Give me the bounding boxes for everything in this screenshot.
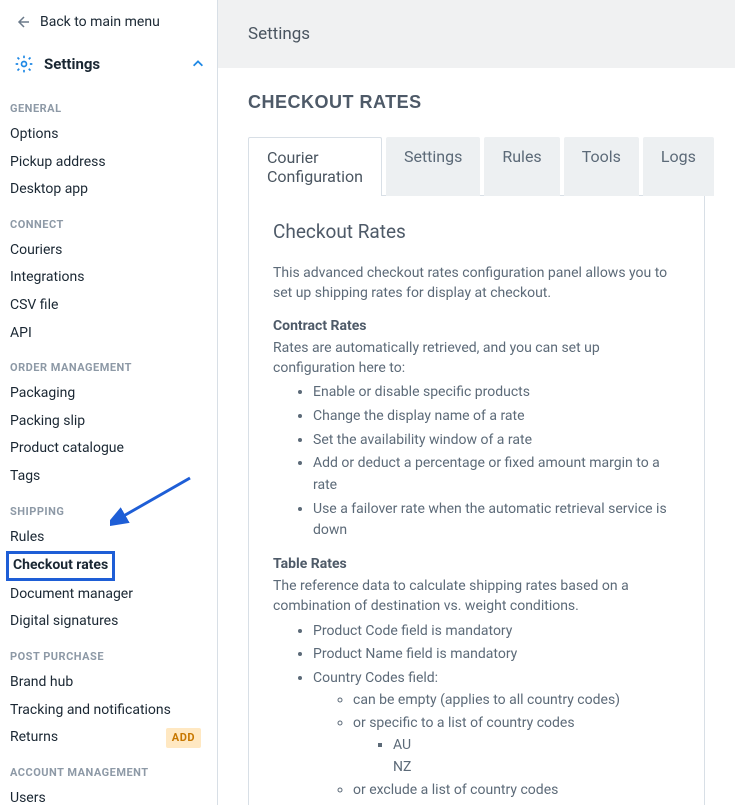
sidebar-item-returns[interactable]: ReturnsADD [10, 724, 217, 752]
list-item: Country Codes field: can be empty (appli… [313, 668, 680, 805]
section-label: GENERAL [10, 88, 217, 121]
list-item: Product Code field is mandatory [313, 621, 680, 643]
list-item: Add or deduct a percentage or fixed amou… [313, 453, 680, 496]
back-to-main-menu[interactable]: Back to main menu [10, 14, 217, 40]
sidebar-item-users[interactable]: Users [10, 785, 217, 805]
sidebar-item-desktop-app[interactable]: Desktop app [10, 176, 217, 204]
back-label: Back to main menu [40, 14, 160, 30]
table-rates-text: The reference data to calculate shipping… [273, 576, 680, 617]
sidebar-item-options[interactable]: Options [10, 121, 217, 149]
tab-logs[interactable]: Logs [643, 137, 714, 196]
gear-icon [14, 54, 34, 74]
sidebar-item-brand-hub[interactable]: Brand hub [10, 669, 217, 697]
sidebar-item-packaging[interactable]: Packaging [10, 380, 217, 408]
section-label: ORDER MANAGEMENT [10, 347, 217, 380]
table-rates-title: Table Rates [273, 556, 680, 572]
section-label: POST PURCHASE [10, 636, 217, 669]
table-bullets: Product Code field is mandatory Product … [273, 621, 680, 805]
sidebar-item-csv-file[interactable]: CSV file [10, 292, 217, 320]
section-label: ACCOUNT MANAGEMENT [10, 752, 217, 785]
contract-bullets: Enable or disable specific productsChang… [273, 382, 680, 542]
contract-rates-title: Contract Rates [273, 318, 680, 334]
list-item: or exclude a list of country codes !CA [353, 780, 680, 805]
sidebar-item-tracking-and-notifications[interactable]: Tracking and notifications [10, 697, 217, 725]
tabs: Courier ConfigurationSettingsRulesToolsL… [248, 137, 705, 196]
tab-rules[interactable]: Rules [484, 137, 559, 196]
panel-heading: Checkout Rates [273, 220, 680, 243]
tab-courier-configuration[interactable]: Courier Configuration [248, 137, 382, 196]
sidebar-item-checkout-rates[interactable]: Checkout rates [6, 551, 115, 581]
page-title: CHECKOUT RATES [248, 92, 705, 113]
sidebar-item-pickup-address[interactable]: Pickup address [10, 149, 217, 177]
sidebar-item-document-manager[interactable]: Document manager [10, 581, 217, 609]
settings-label: Settings [44, 55, 100, 73]
panel-intro: This advanced checkout rates configurati… [273, 263, 680, 304]
sidebar-item-digital-signatures[interactable]: Digital signatures [10, 608, 217, 636]
list-item: Enable or disable specific products [313, 382, 680, 404]
arrow-left-icon [14, 14, 30, 30]
sidebar-item-integrations[interactable]: Integrations [10, 264, 217, 292]
list-item: Set the availability window of a rate [313, 430, 680, 452]
tab-panel: Checkout Rates This advanced checkout ra… [248, 195, 705, 805]
add-badge: ADD [166, 728, 201, 747]
tab-settings[interactable]: Settings [386, 137, 480, 196]
list-item: can be empty (applies to all country cod… [353, 690, 680, 712]
header-title: Settings [248, 24, 310, 44]
list-item: AU NZ [393, 735, 680, 778]
main-content: Settings CHECKOUT RATES Courier Configur… [218, 0, 735, 805]
sidebar: Back to main menu Settings GENERALOption… [0, 0, 218, 805]
chevron-up-icon [191, 57, 205, 71]
section-label: CONNECT [10, 204, 217, 237]
contract-rates-text: Rates are automatically retrieved, and y… [273, 338, 680, 379]
list-item: Change the display name of a rate [313, 406, 680, 428]
sidebar-item-couriers[interactable]: Couriers [10, 237, 217, 265]
sidebar-item-product-catalogue[interactable]: Product catalogue [10, 435, 217, 463]
sidebar-item-rules[interactable]: Rules [10, 524, 217, 552]
tab-tools[interactable]: Tools [564, 137, 639, 196]
sidebar-item-packing-slip[interactable]: Packing slip [10, 408, 217, 436]
section-label: SHIPPING [10, 491, 217, 524]
list-item: Product Name field is mandatory [313, 644, 680, 666]
list-item: or specific to a list of country codes A… [353, 713, 680, 778]
list-item: Use a failover rate when the automatic r… [313, 499, 680, 542]
sidebar-item-api[interactable]: API [10, 320, 217, 348]
header-bar: Settings [218, 0, 735, 68]
settings-header[interactable]: Settings [10, 40, 217, 88]
content-area: CHECKOUT RATES Courier ConfigurationSett… [218, 68, 735, 805]
sidebar-item-tags[interactable]: Tags [10, 463, 217, 491]
